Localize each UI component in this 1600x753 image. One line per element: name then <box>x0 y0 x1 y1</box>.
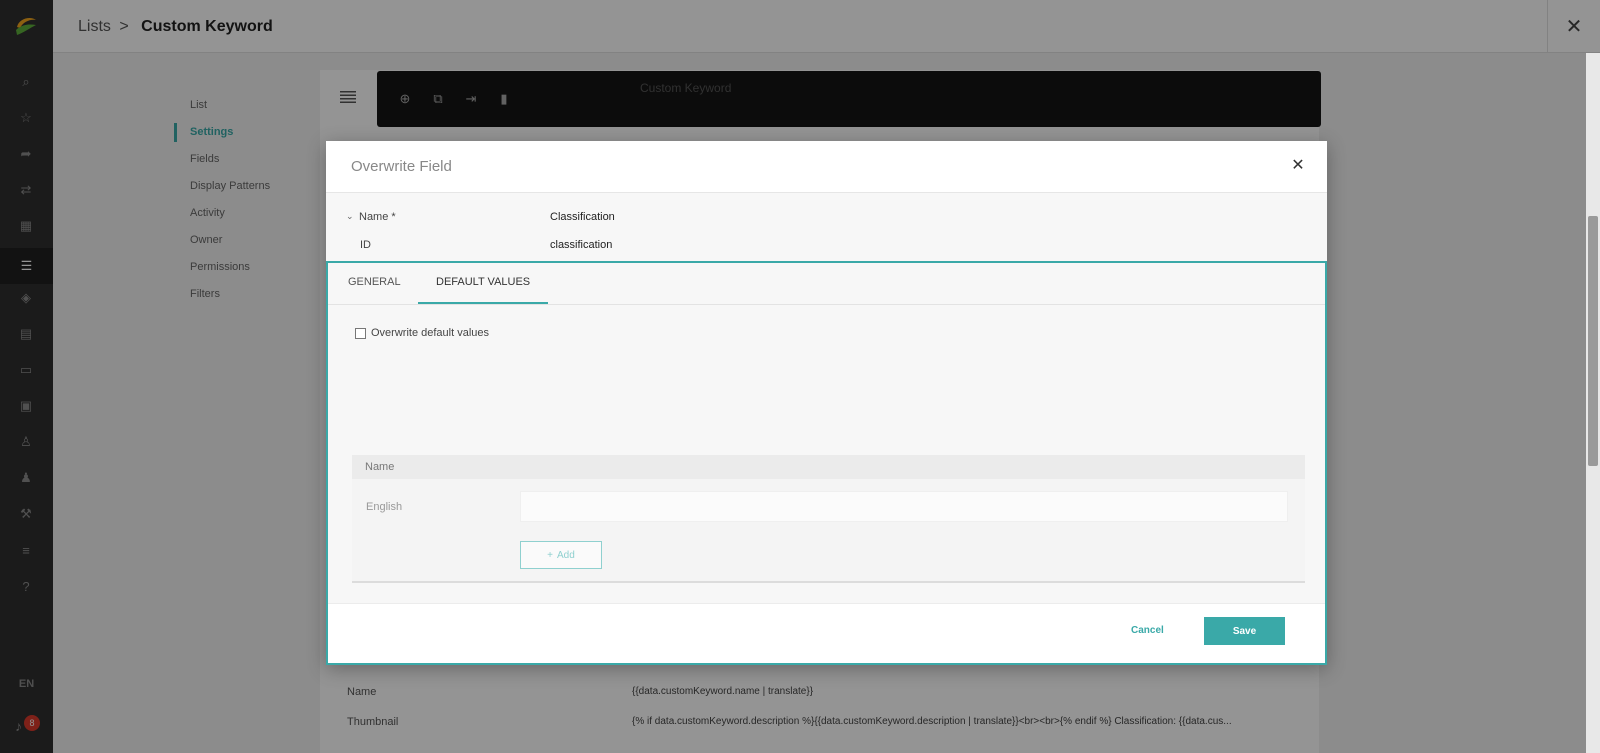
scrollbar-thumb[interactable] <box>1588 216 1598 466</box>
field-meta: ⌄ Name * Classification ID classificatio… <box>326 193 1327 263</box>
id-label: ID <box>360 239 371 251</box>
add-language-button[interactable]: + Add <box>520 541 602 569</box>
tab-bar: GENERAL DEFAULT VALUES <box>328 263 1325 305</box>
cancel-button[interactable]: Cancel <box>1131 625 1164 636</box>
plus-icon: + <box>547 549 554 561</box>
overwrite-field-dialog: Overwrite Field ✕ ⌄ Name * Classificatio… <box>326 141 1327 665</box>
default-value-header: Name <box>352 455 1305 479</box>
field-config-panel: GENERAL DEFAULT VALUES Overwrite default… <box>326 261 1327 665</box>
overwrite-defaults-label[interactable]: Overwrite default values <box>371 327 489 339</box>
english-value-input[interactable] <box>520 491 1288 522</box>
tab-default-values[interactable]: DEFAULT VALUES <box>436 276 530 288</box>
close-icon[interactable]: ✕ <box>1289 157 1307 175</box>
dialog-title: Overwrite Field <box>351 158 452 175</box>
dialog-footer: Cancel Save <box>328 603 1325 663</box>
active-tab-indicator <box>418 302 548 304</box>
chevron-down-icon[interactable]: ⌄ <box>346 211 354 222</box>
default-value-card: Name English + Add <box>352 455 1305 583</box>
overwrite-defaults-row: Overwrite default values <box>355 327 489 339</box>
overwrite-defaults-checkbox[interactable] <box>355 327 366 339</box>
dialog-header: Overwrite Field ✕ <box>326 141 1327 193</box>
id-value: classification <box>550 239 613 251</box>
page-scrollbar[interactable] <box>1586 53 1600 753</box>
add-button-label: Add <box>557 549 575 561</box>
name-label: Name * <box>359 211 396 223</box>
save-button[interactable]: Save <box>1204 617 1285 645</box>
tab-general[interactable]: GENERAL <box>348 276 401 288</box>
language-label: English <box>366 501 403 513</box>
name-value: Classification <box>550 211 615 223</box>
